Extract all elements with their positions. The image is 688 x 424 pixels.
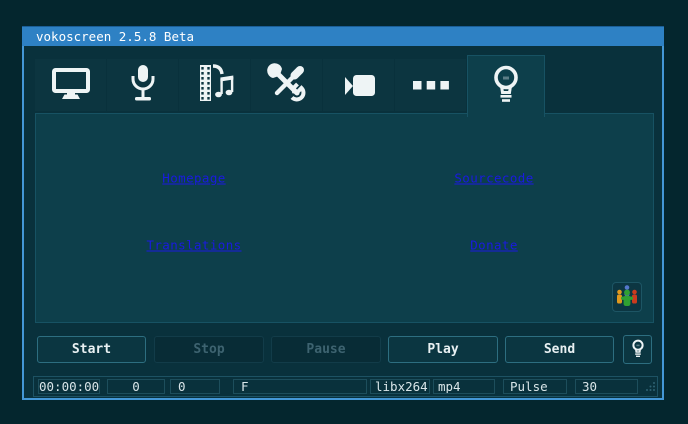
status-counter-1: 0 <box>107 379 165 394</box>
status-mode: F <box>233 379 367 394</box>
about-panel: Homepage Sourcecode Translations Donate <box>35 113 654 323</box>
start-button[interactable]: Start <box>37 336 146 363</box>
lightbulb-small-icon <box>630 342 646 357</box>
ellipsis-icon <box>411 76 451 95</box>
status-bar: 00:00:00 0 0 F libx264 mp4 Pulse 30 <box>33 376 658 397</box>
help-bulb-button[interactable] <box>623 335 652 364</box>
tab-audio[interactable] <box>107 59 178 111</box>
tools-icon <box>267 63 307 107</box>
status-time: 00:00:00 <box>38 379 100 394</box>
status-counter-2: 0 <box>170 379 220 394</box>
pause-button[interactable]: Pause <box>271 336 381 363</box>
homepage-link[interactable]: Homepage <box>162 171 225 186</box>
tab-settings[interactable] <box>251 59 322 111</box>
stop-button[interactable]: Stop <box>154 336 264 363</box>
vokoscreen-window: vokoscreen 2.5.8 Beta <box>22 26 664 400</box>
credits-button[interactable] <box>612 282 642 312</box>
translations-link[interactable]: Translations <box>146 238 241 253</box>
microphone-icon <box>130 64 156 107</box>
tab-webcam[interactable] <box>323 59 394 111</box>
sourcecode-link[interactable]: Sourcecode <box>454 171 533 186</box>
titlebar[interactable]: vokoscreen 2.5.8 Beta <box>22 26 664 46</box>
status-videocodec: libx264 <box>370 379 430 394</box>
tab-more[interactable] <box>395 59 466 111</box>
play-button[interactable]: Play <box>388 336 498 363</box>
status-fps: 30 <box>575 379 638 394</box>
tab-about[interactable] <box>467 55 545 117</box>
window-title: vokoscreen 2.5.8 Beta <box>36 29 194 44</box>
resize-grip[interactable] <box>645 380 656 395</box>
webcam-icon <box>341 68 377 102</box>
film-music-icon <box>195 63 235 107</box>
people-icon <box>615 283 639 311</box>
lightbulb-icon <box>489 64 523 110</box>
status-audio: Pulse <box>503 379 567 394</box>
tab-screen[interactable] <box>35 59 106 111</box>
send-button[interactable]: Send <box>505 336 614 363</box>
tab-video[interactable] <box>179 59 250 111</box>
donate-link[interactable]: Donate <box>470 238 518 253</box>
monitor-icon <box>52 68 90 103</box>
tab-bar <box>35 55 545 117</box>
window-body: Homepage Sourcecode Translations Donate <box>22 46 664 400</box>
status-format: mp4 <box>433 379 495 394</box>
